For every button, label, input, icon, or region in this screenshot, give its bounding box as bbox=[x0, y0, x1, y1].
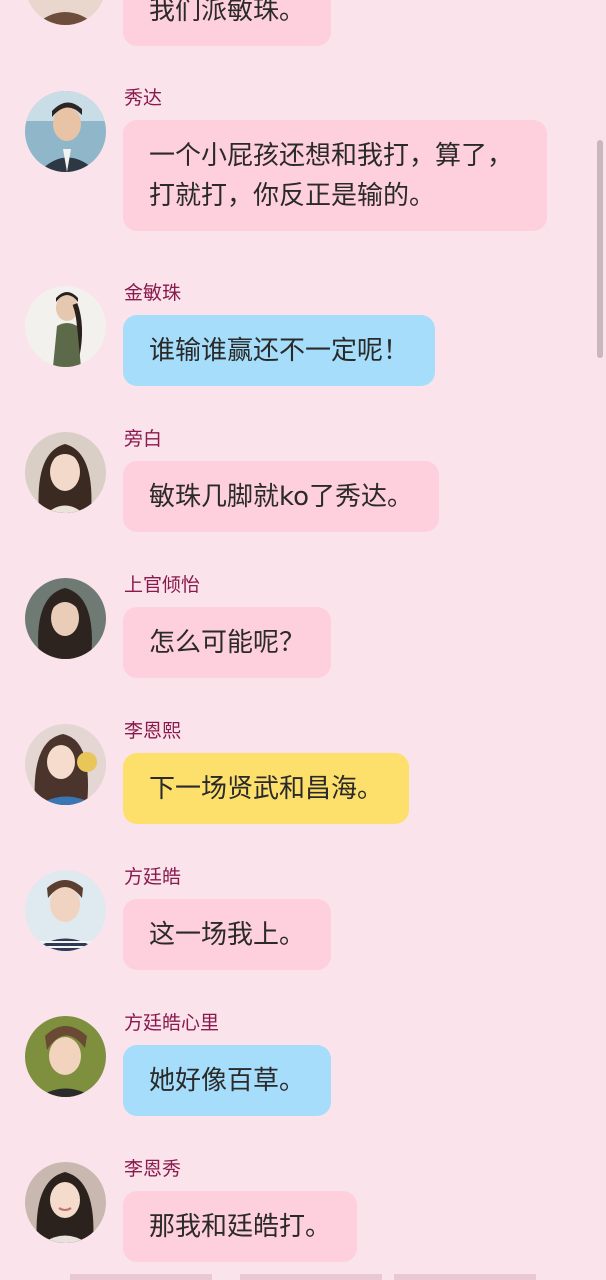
sender-name: 金敏珠 bbox=[124, 282, 182, 304]
message-bubble: 她好像百草。 bbox=[123, 1045, 332, 1116]
sender-name: 上官倾怡 bbox=[124, 574, 201, 596]
message-bubble: 我们派敏珠。 bbox=[123, 0, 332, 46]
message-bubble: 那我和廷皓打。 bbox=[123, 1191, 358, 1262]
message-text: 谁输谁赢还不一定呢！ bbox=[149, 336, 410, 366]
avatar[interactable] bbox=[25, 0, 106, 25]
sender-name: 秀达 bbox=[124, 87, 163, 109]
sender-name: 李恩秀 bbox=[124, 1158, 182, 1180]
message-bubble: 怎么可能呢？ bbox=[123, 607, 332, 678]
message-text: 那我和廷皓打。 bbox=[149, 1212, 332, 1242]
message-text: 一个小屁孩还想和我打，算了，打就打，你反正是输的。 bbox=[149, 141, 514, 211]
message-text: 这一场我上。 bbox=[149, 920, 306, 950]
avatar[interactable] bbox=[25, 870, 106, 951]
message-bubble: 这一场我上。 bbox=[123, 899, 332, 970]
avatar[interactable] bbox=[25, 286, 106, 367]
avatar[interactable] bbox=[25, 578, 106, 659]
avatar[interactable] bbox=[25, 724, 106, 805]
sender-name: 旁白 bbox=[124, 428, 163, 450]
message-bubble: 一个小屁孩还想和我打，算了，打就打，你反正是输的。 bbox=[123, 120, 547, 231]
message-text: 她好像百草。 bbox=[149, 1066, 306, 1096]
bottom-bar-segment bbox=[70, 1274, 212, 1280]
sender-name: 方廷皓心里 bbox=[124, 1012, 220, 1034]
message-text: 下一场贤武和昌海。 bbox=[149, 774, 384, 804]
message-bubble: 下一场贤武和昌海。 bbox=[123, 753, 410, 824]
bottom-bar-segment bbox=[240, 1274, 382, 1280]
message-text: 敏珠几脚就ko了秀达。 bbox=[149, 482, 414, 512]
message-text: 我们派敏珠。 bbox=[149, 0, 306, 26]
scrollbar[interactable] bbox=[597, 140, 603, 358]
message-text: 怎么可能呢？ bbox=[149, 628, 306, 658]
bottom-bar-segment bbox=[394, 1274, 536, 1280]
chat-log: 我们派敏珠。 秀达 一个小屁孩还想和我打，算了，打就打，你反正是输的。 金敏珠 … bbox=[0, 0, 606, 1280]
sender-name: 方廷皓 bbox=[124, 866, 182, 888]
sender-name: 李恩熙 bbox=[124, 720, 182, 742]
avatar[interactable] bbox=[25, 432, 106, 513]
avatar[interactable] bbox=[25, 91, 106, 172]
message-bubble: 谁输谁赢还不一定呢！ bbox=[123, 315, 436, 386]
avatar[interactable] bbox=[25, 1016, 106, 1097]
message-bubble: 敏珠几脚就ko了秀达。 bbox=[123, 461, 440, 532]
bottom-bar bbox=[70, 1274, 536, 1280]
avatar[interactable] bbox=[25, 1162, 106, 1243]
